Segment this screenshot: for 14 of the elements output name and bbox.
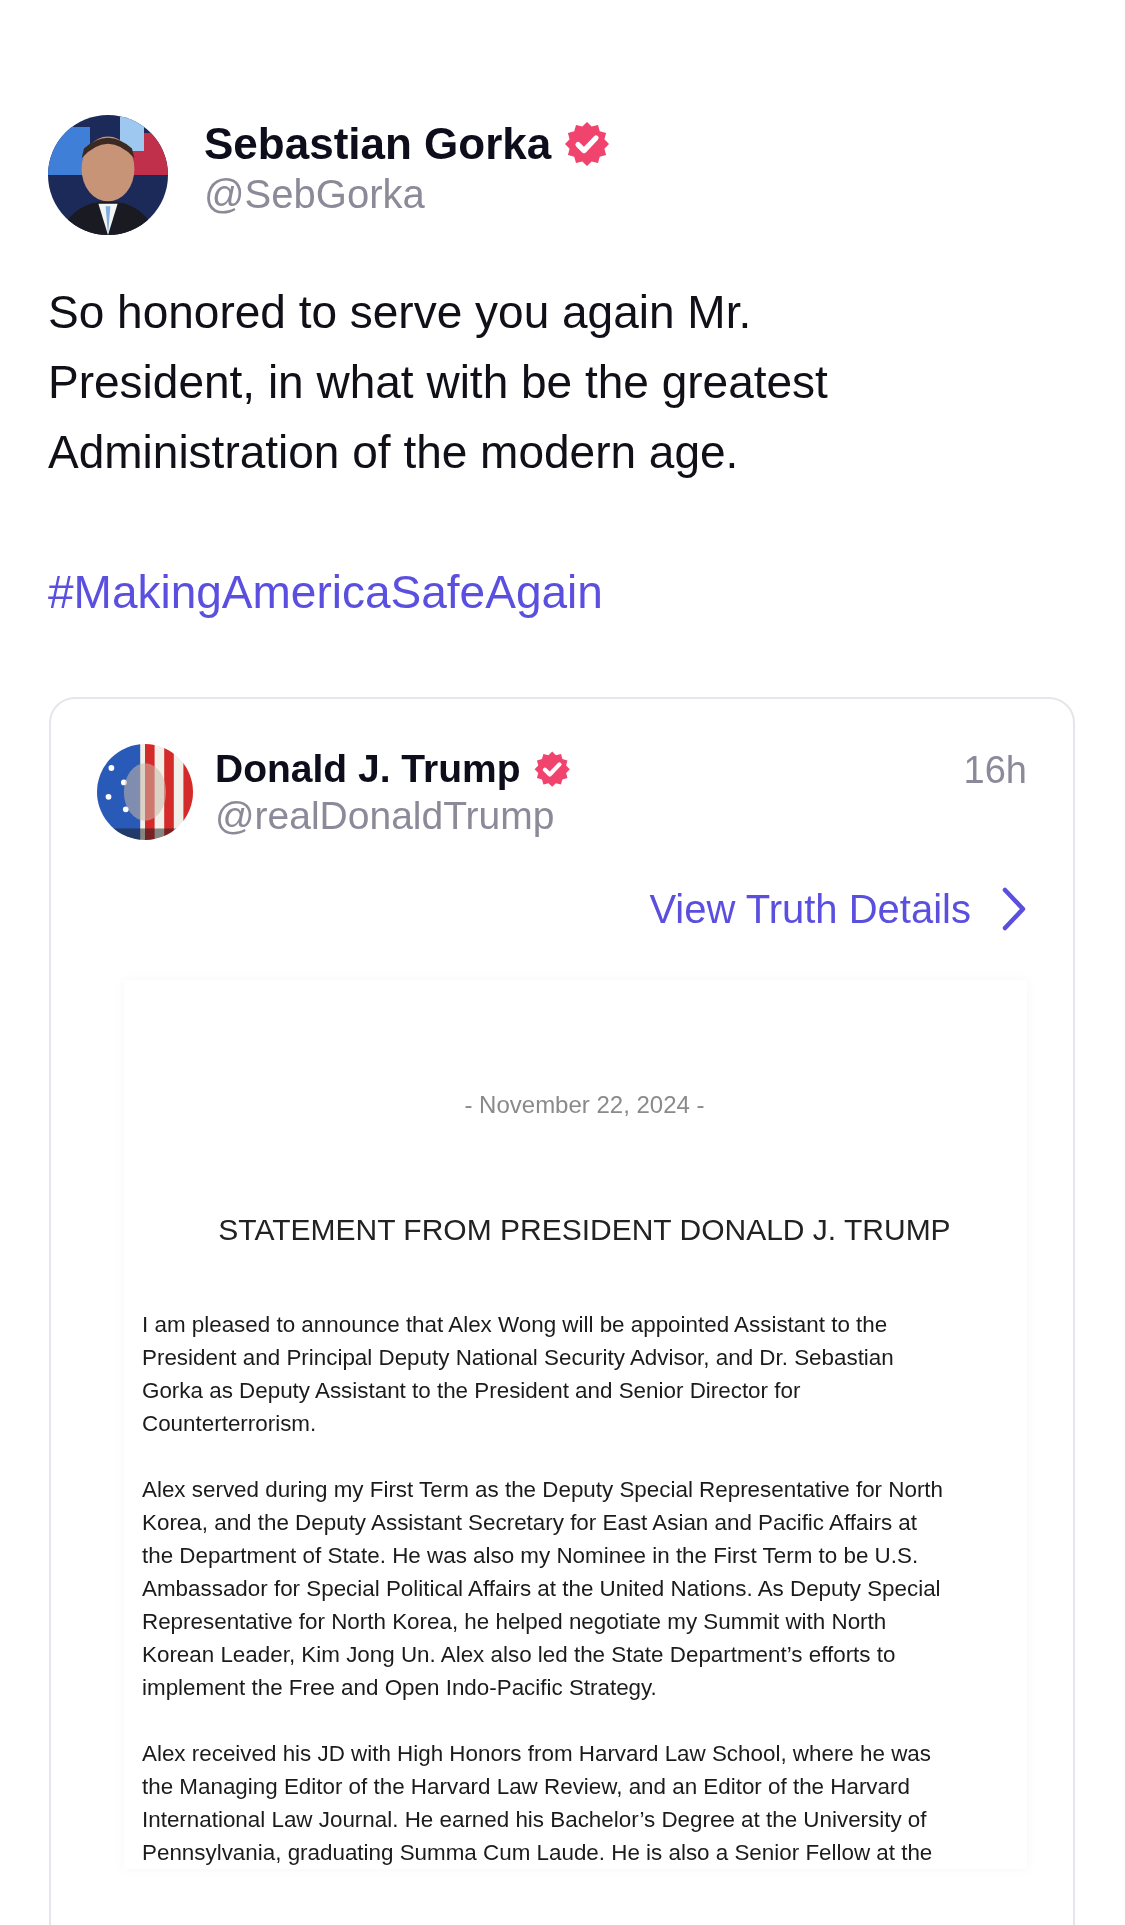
view-details-link[interactable]: View Truth Details (649, 884, 1027, 934)
author-handle: @SebGorka (204, 172, 426, 217)
hashtag-link[interactable]: #MakingAmericaSafeAgain (48, 557, 603, 627)
author-name[interactable]: Donald J. Trump (215, 744, 521, 795)
document-paragraph: Alex served during my First Term as the Deputy Special Representative for North Korea, and the Deputy Assistant Secretary for East Asian and Pacific Affairs at the Department of State. He was also my Nominee in the First Term to be U.S. Ambassador for Special Political Affairs at the United Nations. As Deputy Special Representative for North Korea, he helped negotiate my Summit with North Korean Leader, Kim Jong Un. Alex also led the State Department’s efforts to implement the Free and Open Indo-Pacific Strategy. (142, 1476, 943, 1702)
chevron-right-icon (1001, 886, 1027, 932)
author-name[interactable]: Sebastian Gorka (204, 115, 552, 173)
document-title: STATEMENT FROM PRESIDENT DONALD J. TRUMP (218, 1212, 951, 1248)
post-time: 16h (963, 748, 1027, 793)
document-paragraph: Alex received his JD with High Honors from Harvard Law School, where he was the Managing Editor of the Harvard Law Review, and an Editor of the Harvard International Law Journal. He earned his Bachelor’s Degree at the University of Pennsylvania, graduating Summa Cum Laude. He is also a Senior Fellow at the (142, 1740, 933, 1867)
document-paragraph: I am pleased to announce that Alex Wong will be appointed Assistant to the President and Principal Deputy National Security Advisor, and Dr. Sebastian Gorka as Deputy Assistant to the President and Senior Director for Counterterrorism. (142, 1311, 894, 1438)
document-date: - November 22, 2024 - (464, 1090, 705, 1120)
author-handle: @realDonaldTrump (215, 794, 556, 838)
post-text: So honored to serve you again Mr. President, in what with be the greatest Administration of the modern age. (48, 285, 828, 480)
